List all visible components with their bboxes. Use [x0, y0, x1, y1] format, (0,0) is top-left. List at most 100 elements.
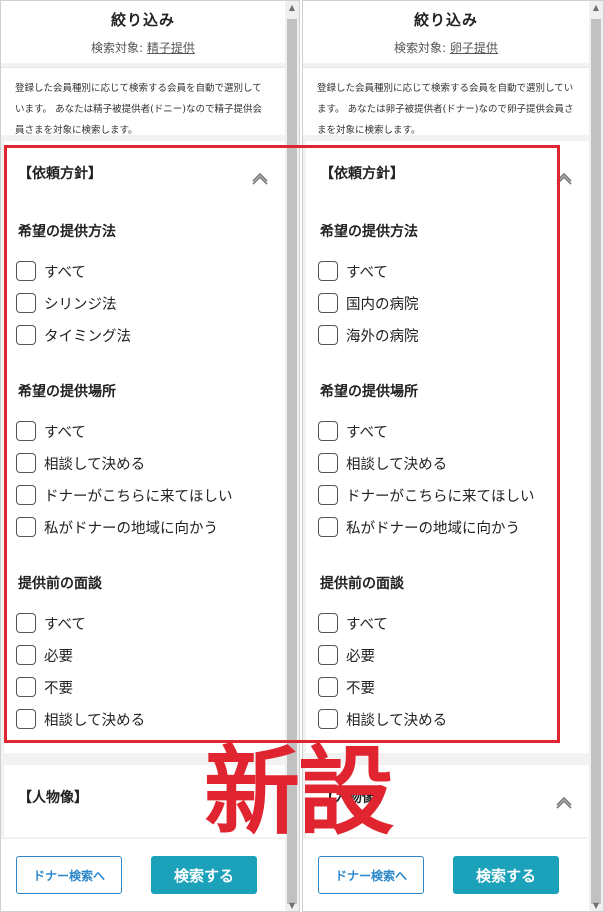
- option-label: すべて: [346, 616, 388, 633]
- scroll-down-icon[interactable]: ▼: [589, 899, 603, 911]
- chevron-up-icon[interactable]: [556, 169, 572, 185]
- checkbox[interactable]: [318, 325, 338, 345]
- interview-option-discuss[interactable]: 相談して決める: [318, 708, 447, 730]
- interview-option-required[interactable]: 必要: [318, 644, 375, 666]
- option-label: すべて: [44, 424, 86, 441]
- method-group-title: 希望の提供方法: [320, 224, 418, 240]
- checkbox[interactable]: [16, 293, 36, 313]
- scroll-up-icon[interactable]: ▲: [285, 1, 299, 15]
- checkbox[interactable]: [318, 613, 338, 633]
- place-option-donor-comes[interactable]: ドナーがこちらに来てほしい: [16, 484, 233, 506]
- place-option-i-go[interactable]: 私がドナーの地域に向かう: [318, 516, 520, 538]
- place-option-discuss[interactable]: 相談して決める: [318, 452, 447, 474]
- place-option-all[interactable]: すべて: [16, 420, 86, 442]
- checkbox[interactable]: [318, 261, 338, 281]
- place-option-i-go[interactable]: 私がドナーの地域に向かう: [16, 516, 218, 538]
- persona-section-label: 【人物像】: [18, 790, 88, 806]
- scrollbar-thumb[interactable]: [591, 19, 601, 904]
- place-option-discuss[interactable]: 相談して決める: [16, 452, 145, 474]
- option-label: ドナーがこちらに来てほしい: [44, 488, 233, 505]
- checkbox[interactable]: [16, 325, 36, 345]
- policy-section-header[interactable]: 【依頼方針】: [18, 163, 278, 187]
- filter-header: 絞り込み 検索対象: 精子提供: [1, 1, 285, 63]
- filter-title: 絞り込み: [110, 11, 175, 29]
- checkbox[interactable]: [16, 261, 36, 281]
- option-label: 必要: [44, 648, 73, 665]
- search-target-link[interactable]: 卵子提供: [450, 41, 498, 55]
- option-label: 私がドナーの地域に向かう: [44, 520, 218, 537]
- method-option-timing[interactable]: タイミング法: [16, 324, 131, 346]
- checkbox[interactable]: [16, 709, 36, 729]
- scroll-up-icon[interactable]: ▲: [589, 1, 603, 15]
- checkbox[interactable]: [318, 453, 338, 473]
- filter-footer: ドナー検索へ 検索する: [1, 839, 285, 911]
- option-label: 相談して決める: [44, 456, 146, 473]
- filter-title: 絞り込み: [413, 11, 478, 29]
- method-group-title: 希望の提供方法: [18, 224, 116, 240]
- option-label: すべて: [44, 264, 86, 281]
- interview-option-discuss[interactable]: 相談して決める: [16, 708, 145, 730]
- option-label: 不要: [346, 680, 375, 697]
- place-option-donor-comes[interactable]: ドナーがこちらに来てほしい: [318, 484, 535, 506]
- method-option-syringe[interactable]: シリンジ法: [16, 292, 117, 314]
- checkbox[interactable]: [318, 645, 338, 665]
- checkbox[interactable]: [318, 293, 338, 313]
- checkbox[interactable]: [318, 709, 338, 729]
- new-stamp: 新設: [204, 736, 394, 848]
- checkbox[interactable]: [16, 677, 36, 697]
- checkbox[interactable]: [16, 421, 36, 441]
- option-label: タイミング法: [44, 328, 131, 345]
- method-option-domestic[interactable]: 国内の病院: [318, 292, 419, 314]
- option-label: 相談して決める: [346, 456, 448, 473]
- scroll-down-icon[interactable]: ▼: [285, 899, 299, 911]
- option-label: ドナーがこちらに来てほしい: [346, 488, 535, 505]
- policy-section-header[interactable]: 【依頼方針】: [320, 163, 582, 187]
- donor-search-button[interactable]: ドナー検索へ: [16, 856, 122, 894]
- method-option-all[interactable]: すべて: [16, 260, 86, 282]
- checkbox[interactable]: [16, 485, 36, 505]
- option-label: 相談して決める: [44, 712, 146, 729]
- chevron-up-icon[interactable]: [252, 169, 268, 185]
- checkbox[interactable]: [318, 677, 338, 697]
- option-label: シリンジ法: [44, 296, 117, 313]
- filter-footer: ドナー検索へ 検索する: [303, 839, 589, 911]
- option-label: 必要: [346, 648, 375, 665]
- checkbox[interactable]: [318, 485, 338, 505]
- option-label: 国内の病院: [346, 296, 419, 313]
- search-button[interactable]: 検索する: [151, 856, 257, 894]
- checkbox[interactable]: [16, 645, 36, 665]
- method-option-overseas[interactable]: 海外の病院: [318, 324, 419, 346]
- option-label: 相談して決める: [346, 712, 448, 729]
- search-target-link[interactable]: 精子提供: [147, 41, 195, 55]
- place-option-all[interactable]: すべて: [318, 420, 388, 442]
- checkbox[interactable]: [16, 517, 36, 537]
- place-group-title: 希望の提供場所: [18, 384, 116, 400]
- interview-option-all[interactable]: すべて: [16, 612, 86, 634]
- scrollbar[interactable]: ▲ ▼: [589, 1, 603, 911]
- checkbox[interactable]: [318, 421, 338, 441]
- interview-option-required[interactable]: 必要: [16, 644, 73, 666]
- search-target: 検索対象: 精子提供: [1, 39, 285, 56]
- interview-group-title: 提供前の面談: [18, 576, 102, 592]
- donor-search-button[interactable]: ドナー検索へ: [318, 856, 424, 894]
- chevron-up-icon[interactable]: [556, 793, 572, 809]
- interview-option-not-required[interactable]: 不要: [16, 676, 73, 698]
- option-label: すべて: [346, 424, 388, 441]
- checkbox[interactable]: [16, 613, 36, 633]
- interview-option-not-required[interactable]: 不要: [318, 676, 375, 698]
- interview-option-all[interactable]: すべて: [318, 612, 388, 634]
- place-group-title: 希望の提供場所: [320, 384, 418, 400]
- search-button[interactable]: 検索する: [453, 856, 559, 894]
- search-note: 登録した会員種別に応じて検索する会員を自動で選別しています。 あなたは卵子被提供…: [303, 67, 589, 136]
- option-label: すべて: [44, 616, 86, 633]
- method-option-all[interactable]: すべて: [318, 260, 388, 282]
- option-label: 私がドナーの地域に向かう: [346, 520, 520, 537]
- search-target: 検索対象: 卵子提供: [303, 39, 589, 56]
- checkbox[interactable]: [318, 517, 338, 537]
- option-label: すべて: [346, 264, 388, 281]
- interview-group-title: 提供前の面談: [320, 576, 404, 592]
- search-target-prefix: 検索対象:: [91, 41, 144, 55]
- policy-section-label: 【依頼方針】: [18, 166, 102, 182]
- filter-header: 絞り込み 検索対象: 卵子提供: [303, 1, 589, 63]
- checkbox[interactable]: [16, 453, 36, 473]
